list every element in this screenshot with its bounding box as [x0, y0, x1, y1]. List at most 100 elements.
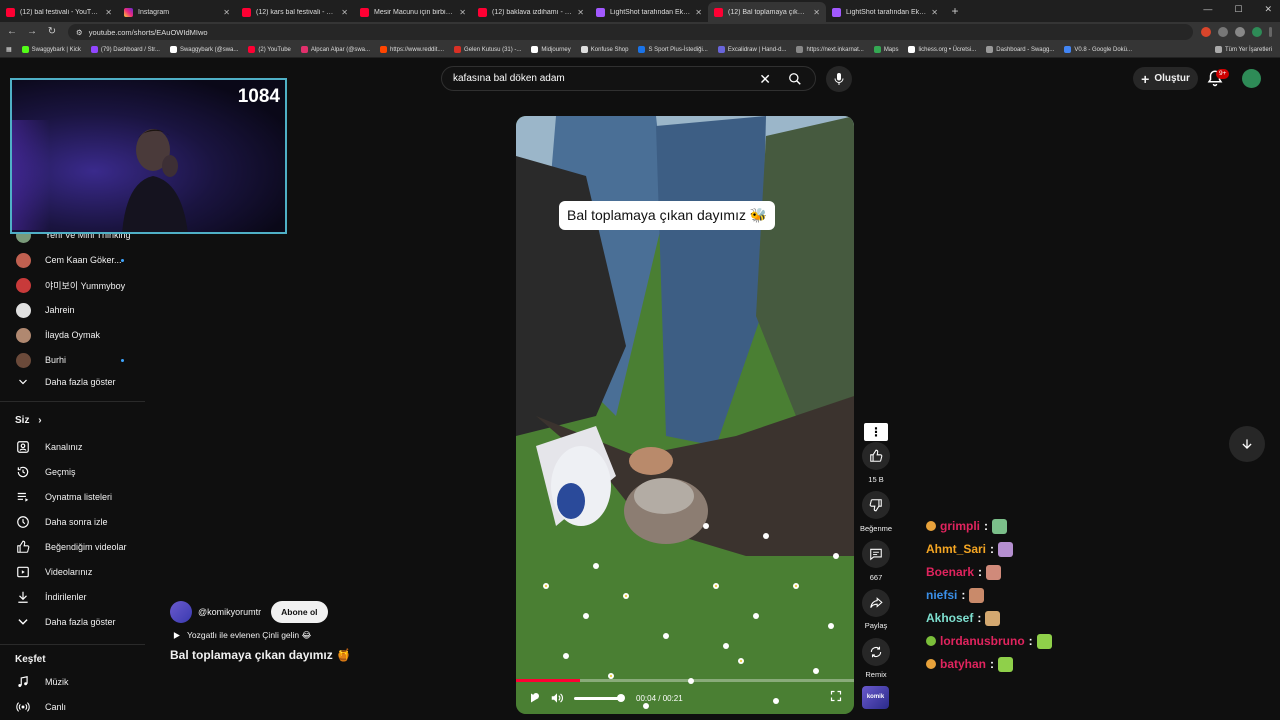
sidebar-item[interactable]: Beğendiğim videolar [0, 536, 145, 558]
music-row[interactable]: Yozgatlı ile evlenen Çinli gelin 😂 [172, 630, 311, 641]
like-button[interactable] [862, 442, 890, 470]
profile-icon[interactable] [1252, 27, 1262, 37]
search-input[interactable]: kafasına bal döken adam [453, 73, 565, 84]
sidebar-item[interactable]: Geçmiş [0, 461, 145, 483]
minimize-icon[interactable]: — [1203, 4, 1212, 15]
sidebar-item[interactable]: Videolarınız [0, 561, 145, 583]
browser-tab[interactable]: (12) Bal toplamaya çıkan dayımız ✕ [708, 2, 826, 22]
channel-name[interactable]: @komikyorumtr [198, 607, 261, 617]
chat-username: batyhan [940, 657, 987, 671]
search-button[interactable] [775, 67, 815, 90]
volume-knob[interactable] [617, 693, 625, 702]
subscribe-button[interactable]: Abone ol [271, 601, 328, 623]
forward-icon[interactable]: → [24, 24, 40, 40]
bookmark-item[interactable]: Swaggybark (@swa... [169, 46, 238, 53]
sidebar-item[interactable]: Daha sonra izle [0, 511, 145, 533]
back-icon[interactable]: ← [4, 24, 20, 40]
subscription-item[interactable]: 야미보이 Yummyboy [0, 274, 145, 296]
reload-icon[interactable]: ↻ [44, 24, 60, 40]
close-tab-icon[interactable]: ✕ [341, 8, 348, 17]
close-tab-icon[interactable]: ✕ [695, 8, 702, 17]
bookmark-item[interactable]: (2) YouTube [248, 46, 291, 53]
chat-badge-icon [926, 659, 936, 669]
extension-icon[interactable] [1218, 27, 1228, 37]
bookmark-item[interactable]: Excalidraw | Hand-d... [717, 46, 786, 53]
close-window-icon[interactable]: ✕ [1264, 4, 1272, 15]
share-button[interactable] [862, 589, 890, 617]
close-tab-icon[interactable]: ✕ [223, 8, 230, 17]
clear-search-icon[interactable]: ✕ [759, 71, 771, 88]
bookmark-favicon-icon [638, 46, 646, 53]
maximize-icon[interactable]: ☐ [1234, 4, 1242, 15]
sidebar-item[interactable]: Daha fazla göster [0, 611, 145, 633]
bookmark-item[interactable]: lichess.org • Ücretsi... [908, 46, 976, 53]
channel-thumbnail[interactable]: komik [862, 686, 889, 709]
browser-tab[interactable]: Instagram ✕ [118, 2, 236, 22]
close-tab-icon[interactable]: ✕ [577, 8, 584, 17]
sidebar-item[interactable]: Canlı [0, 696, 145, 718]
video-progress-bar[interactable] [516, 679, 854, 682]
subscriptions-show-more[interactable]: Daha fazla göster [0, 371, 145, 393]
chat-emote-icon [1036, 633, 1052, 649]
close-tab-icon[interactable]: ✕ [105, 8, 112, 17]
chat-separator: : [1028, 634, 1033, 648]
bookmark-item[interactable]: Alpcan Alpar (@swa... [300, 46, 370, 53]
next-short-button[interactable] [1229, 426, 1265, 462]
bookmark-item[interactable]: Konfuse Shop [580, 46, 628, 53]
search-box[interactable]: kafasına bal döken adam ✕ [441, 66, 816, 91]
site-info-icon[interactable]: ⚙ [76, 28, 83, 37]
bookmark-item[interactable]: https://www.reddit.... [380, 46, 444, 53]
volume-icon[interactable] [550, 691, 564, 705]
subscription-item[interactable]: Burhi [0, 349, 145, 371]
sidebar-item[interactable]: Oynatma listeleri [0, 486, 145, 508]
bookmark-item[interactable]: Dashboard - Swagg... [986, 46, 1054, 53]
channel-avatar[interactable] [170, 601, 192, 623]
create-button[interactable]: + Oluştur [1133, 67, 1198, 90]
new-tab-icon[interactable]: + [948, 4, 962, 18]
bookmark-item[interactable]: Maps [873, 46, 898, 53]
comments-button[interactable] [862, 540, 890, 568]
you-section-header[interactable]: Siz › [15, 415, 42, 426]
close-tab-icon[interactable]: ✕ [931, 8, 938, 17]
browser-tab[interactable]: LightShot tarafından Ekran Görü ✕ [826, 2, 944, 22]
browser-tab-bar: (12) bal festivali - YouTube ✕ Instagram ✕(… [0, 0, 1280, 22]
more-options-button[interactable]: ⋮ [864, 423, 888, 441]
volume-slider[interactable] [574, 693, 625, 702]
browser-tab[interactable]: (12) bal festivali - YouTube ✕ [0, 2, 118, 22]
all-bookmarks[interactable]: Tüm Yer İşaretleri [1214, 46, 1272, 53]
url-field[interactable]: ⚙ youtube.com/shorts/EAuOWIdMIwo [68, 24, 1193, 40]
browser-tab[interactable]: (12) baklava izdihamı - YouTube ✕ [472, 2, 590, 22]
dislike-button[interactable] [862, 491, 890, 519]
sidebar-item[interactable]: Kanalınız [0, 436, 145, 458]
sidebar-item[interactable]: Müzik [0, 671, 145, 693]
browser-tab[interactable]: LightShot tarafından Ekran Görü ✕ [590, 2, 708, 22]
bookmark-item[interactable]: Swaggybark | Kick [21, 46, 81, 53]
voice-search-button[interactable] [826, 66, 852, 92]
fullscreen-icon[interactable] [830, 690, 842, 702]
bookmark-item[interactable]: (79) Dashboard / Str... [90, 46, 160, 53]
subscription-item[interactable]: Jahrein [0, 299, 145, 321]
bookmark-item[interactable]: https://next.inkarnat... [796, 46, 864, 53]
bookmark-item[interactable]: Midjourney [531, 46, 571, 53]
bookmark-item[interactable]: Gelen Kutusu (31) -... [454, 46, 521, 53]
remix-button[interactable] [862, 638, 890, 666]
subscription-item[interactable]: Cem Kaan Göker... [0, 249, 145, 271]
bookmark-item[interactable]: V0.8 - Google Dokü... [1064, 46, 1132, 53]
close-tab-icon[interactable]: ✕ [459, 8, 466, 17]
close-tab-icon[interactable]: ✕ [813, 8, 820, 17]
browser-tab[interactable]: Mesir Macunu için birbirlerini ez ✕ [354, 2, 472, 22]
apps-icon[interactable]: ▦ [6, 46, 12, 53]
browser-tab[interactable]: (12) kars bal festivali - YouTube ✕ [236, 2, 354, 22]
channel-avatar [15, 352, 31, 368]
extension-icon[interactable] [1201, 27, 1211, 37]
sidebar-item-label: Oynatma listeleri [45, 492, 113, 502]
bookmark-item[interactable]: S Sport Plus-İstediği... [638, 46, 708, 53]
sidebar-item[interactable]: İndirilenler [0, 586, 145, 608]
extension-icon[interactable] [1235, 27, 1245, 37]
account-avatar[interactable] [1242, 69, 1261, 88]
play-icon[interactable] [528, 692, 540, 704]
subscription-item[interactable]: İlayda Oymak [0, 324, 145, 346]
youtube-icon [360, 7, 369, 17]
bookmark-label: https://next.inkarnat... [806, 46, 864, 53]
menu-icon[interactable] [1269, 27, 1272, 37]
